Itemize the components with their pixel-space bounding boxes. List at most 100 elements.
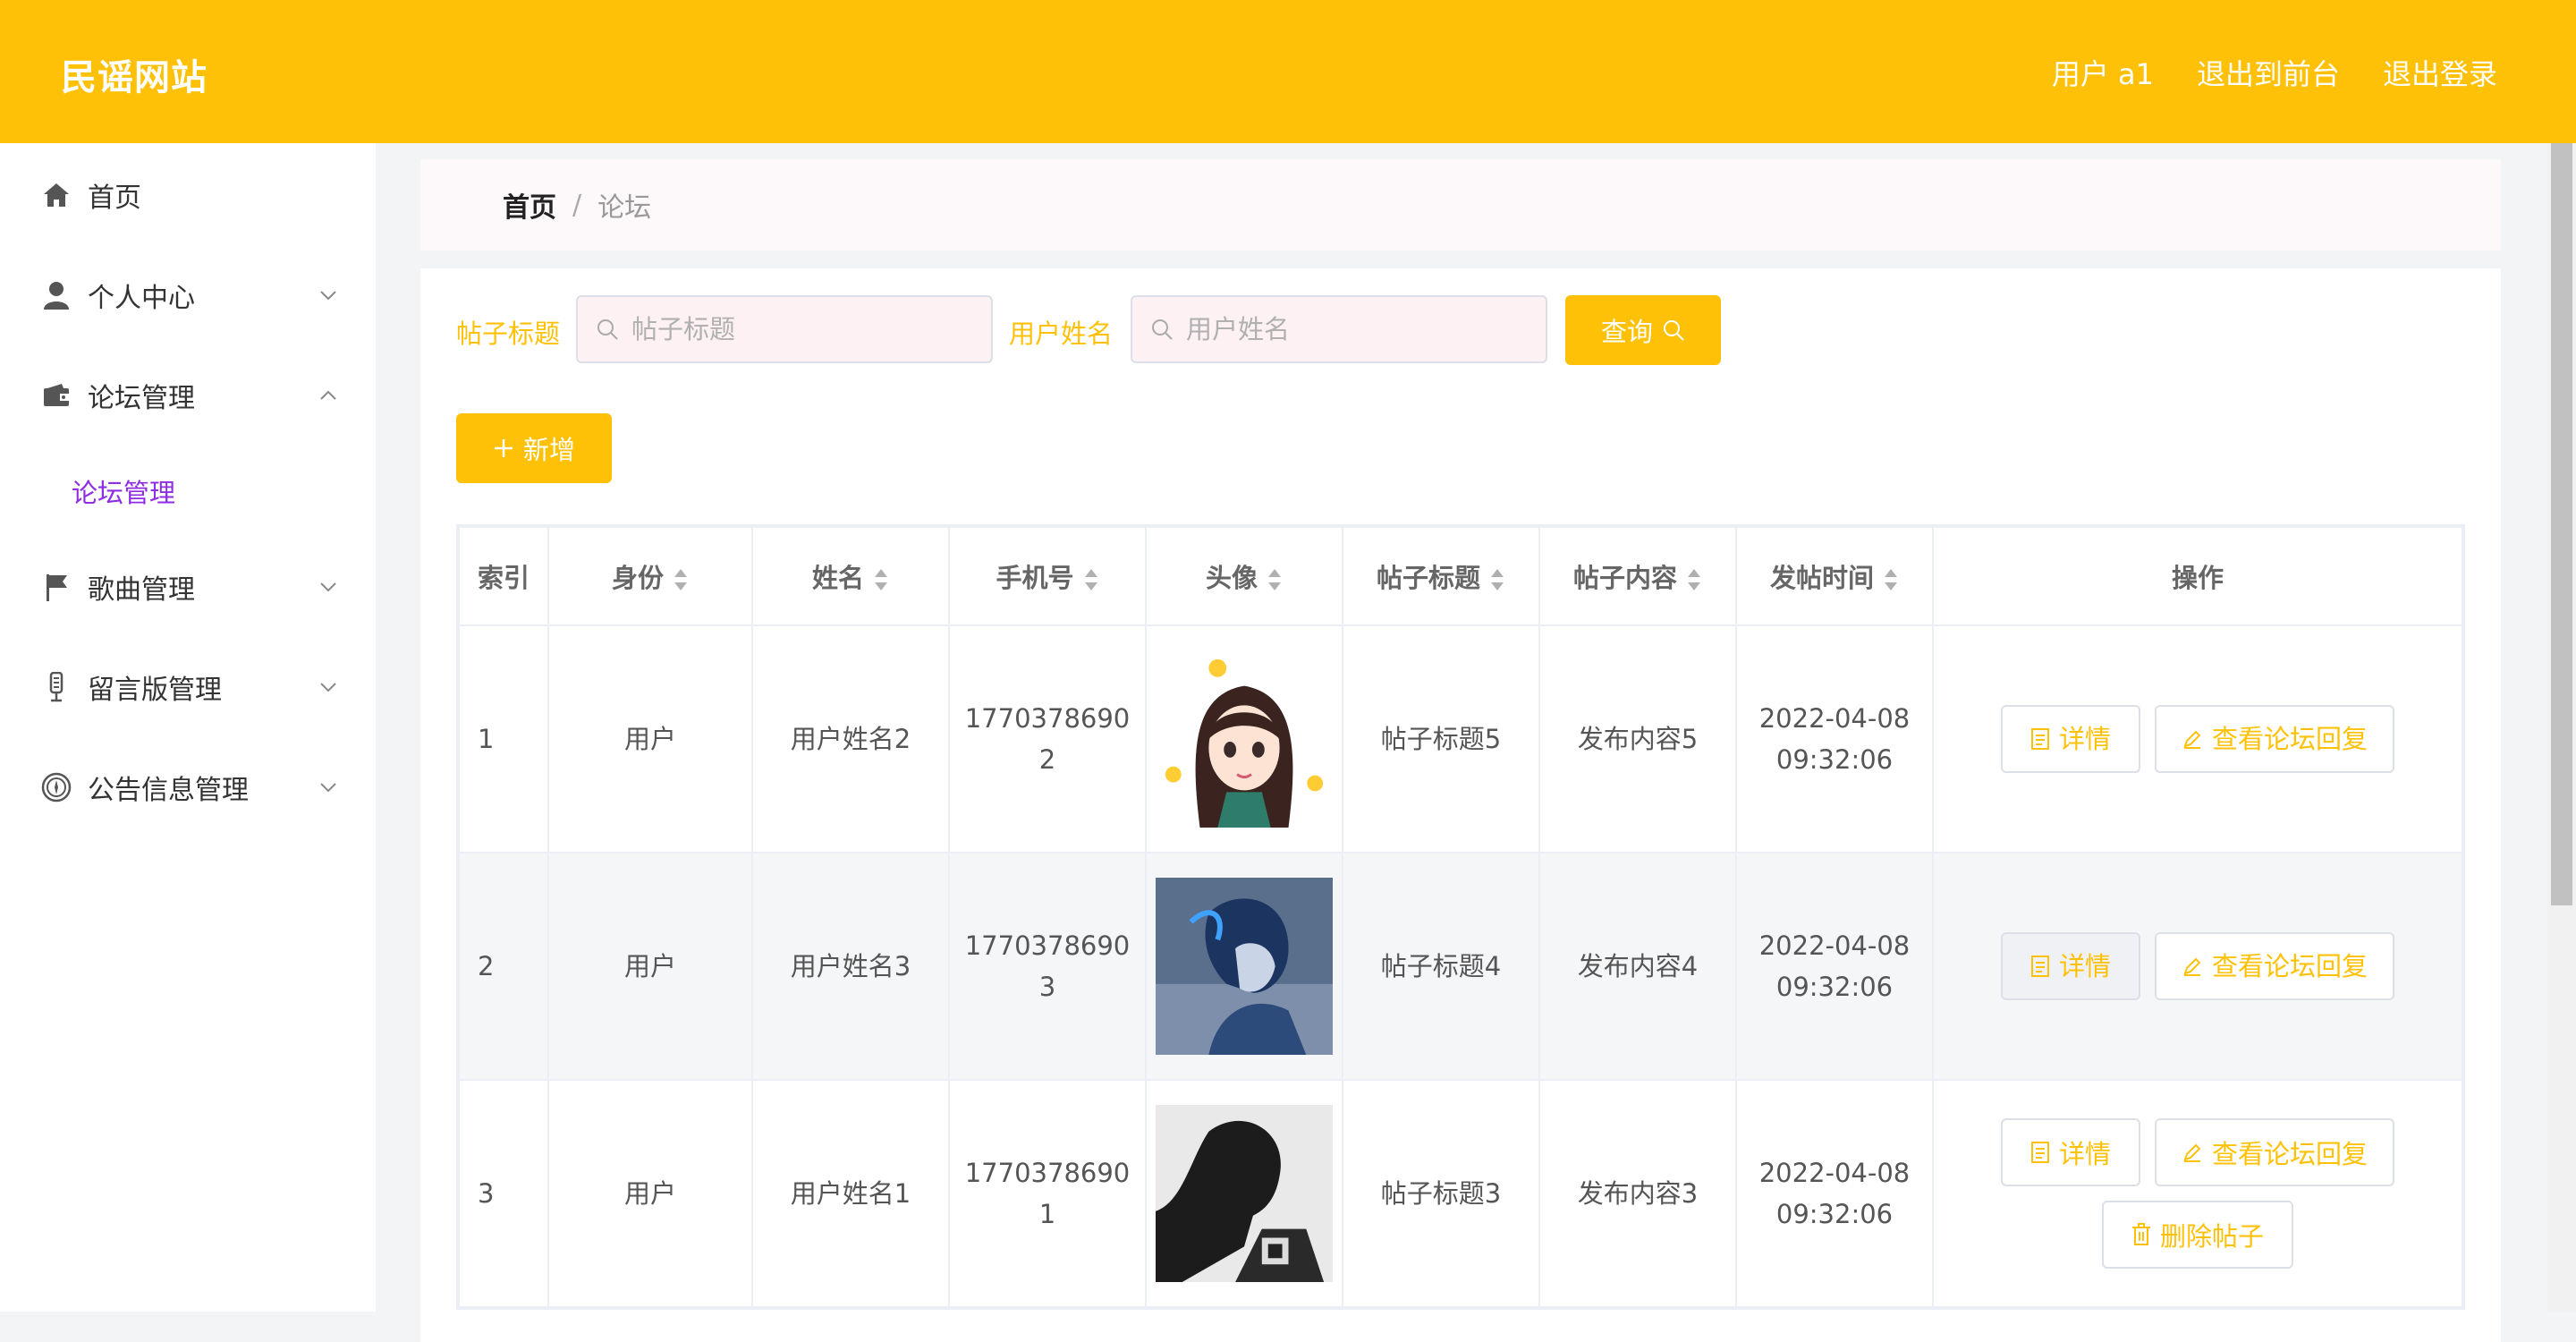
- sidebar-item-label: 留言版管理: [88, 675, 222, 706]
- cell-phone: 1770378690 3: [948, 852, 1147, 1081]
- col-header-post-title[interactable]: 帖子标题: [1342, 526, 1540, 626]
- sidebar-item-label: 个人中心: [88, 283, 195, 314]
- user-icon: [41, 280, 72, 310]
- cell-post-content: 发布内容4: [1538, 852, 1737, 1081]
- sort-icon[interactable]: [673, 567, 689, 592]
- sidebar-item-label: 歌曲管理: [88, 574, 195, 606]
- sort-icon[interactable]: [1083, 567, 1099, 592]
- document-icon: [2030, 728, 2049, 750]
- site-title: 民谣网站: [61, 57, 208, 98]
- table-row: 2 用户 用户姓名3 1770378690 3 帖子标题4 发布内容4 2022…: [458, 852, 2463, 1081]
- sort-icon[interactable]: [873, 567, 889, 592]
- detail-button[interactable]: 详情: [2001, 932, 2140, 1000]
- sort-icon[interactable]: [1489, 567, 1505, 592]
- sidebar-item-song-management[interactable]: 歌曲管理: [0, 551, 376, 623]
- breadcrumb-current: 论坛: [597, 192, 652, 224]
- col-header-identity[interactable]: 身份: [547, 526, 753, 626]
- search-icon: [597, 319, 618, 340]
- cell-post-title: 帖子标题5: [1342, 624, 1540, 854]
- sidebar-item-message-board[interactable]: 留言版管理: [0, 651, 376, 723]
- query-button-label: 查询: [1600, 317, 1653, 347]
- view-replies-button[interactable]: 查看论坛回复: [2155, 1118, 2394, 1186]
- add-button[interactable]: 新增: [456, 413, 612, 483]
- cell-index: 1: [458, 624, 549, 854]
- cell-avatar: [1145, 852, 1343, 1081]
- search-icon: [1664, 320, 1684, 341]
- document-icon: [2030, 956, 2049, 977]
- header-actions: 用户 a1 退出到前台 退出登录: [2052, 52, 2497, 93]
- detail-button[interactable]: 详情: [2001, 705, 2140, 773]
- scrollbar-thumb[interactable]: [2551, 143, 2572, 905]
- detail-button[interactable]: 详情: [2001, 1118, 2140, 1186]
- sidebar-item-label: 论坛管理: [88, 383, 195, 414]
- document-icon: [2030, 1142, 2049, 1163]
- view-replies-button[interactable]: 查看论坛回复: [2155, 932, 2394, 1000]
- logout-link[interactable]: 退出登录: [2383, 52, 2497, 93]
- cell-index: 2: [458, 852, 549, 1081]
- current-user: 用户 a1: [2051, 57, 2154, 91]
- sidebar: 首页 个人中心 论坛管理 论坛管理 歌曲管理 留言版管理 公告信息管理: [0, 143, 376, 1312]
- phone-line: 1770378690: [964, 1158, 1131, 1188]
- post-time: 09:32:06: [1775, 744, 1894, 775]
- edit-icon: [2183, 1143, 2201, 1162]
- cell-avatar: [1145, 1079, 1343, 1308]
- sort-icon[interactable]: [1883, 567, 1899, 592]
- wallet-icon: [41, 380, 72, 411]
- table-row: 3 用户 用户姓名1 1770378690 1 帖子标题3 发布内容3 2022…: [458, 1079, 2463, 1308]
- sort-icon[interactable]: [1267, 567, 1283, 592]
- forum-table: 索引 身份 姓名 手机号 头像 帖子标题 帖子内容 发帖时间 操作 1 用户 用…: [456, 524, 2465, 1310]
- anime-boy-avatar: [1156, 878, 1333, 1055]
- detail-button-label: 详情: [2058, 951, 2111, 981]
- edit-icon: [2183, 730, 2201, 749]
- cell-name: 用户姓名1: [751, 1079, 950, 1308]
- user-name-search[interactable]: [1131, 295, 1547, 363]
- submenu-item-forum-management[interactable]: 论坛管理: [72, 472, 175, 510]
- breadcrumb-home[interactable]: 首页: [503, 185, 556, 225]
- cell-post-time: 2022-04-08 09:32:06: [1735, 1079, 1934, 1308]
- sidebar-item-home[interactable]: 首页: [0, 159, 376, 231]
- detail-button-label: 详情: [2058, 724, 2111, 754]
- sort-icon[interactable]: [1686, 567, 1702, 592]
- forum-list-card: 帖子标题 用户 姓名 查询 新增: [420, 268, 2501, 1342]
- exit-front-link[interactable]: 退出到前台: [2197, 52, 2340, 93]
- chevron-down-icon: [320, 783, 336, 793]
- add-button-label: 新增: [522, 435, 575, 465]
- delete-post-button[interactable]: 删除帖子: [2102, 1201, 2293, 1269]
- cell-post-title: 帖子标题3: [1342, 1079, 1540, 1308]
- col-header-avatar[interactable]: 头像: [1145, 526, 1343, 626]
- sidebar-item-notice-management[interactable]: 公告信息管理: [0, 752, 376, 823]
- cell-identity: 用户: [547, 1079, 753, 1308]
- post-title-search[interactable]: [576, 295, 993, 363]
- cell-actions: 详情 查看论坛回复 删除帖子: [1932, 1079, 2463, 1308]
- phone-line: 1: [1038, 1199, 1056, 1229]
- sidebar-item-label: 公告信息管理: [88, 775, 249, 806]
- col-header-post-content[interactable]: 帖子内容: [1538, 526, 1737, 626]
- top-header: 民谣网站 用户 a1 退出到前台 退出登录: [0, 0, 2576, 143]
- cartoon-girl-avatar: [1156, 650, 1333, 828]
- cell-phone: 1770378690 2: [948, 624, 1147, 854]
- post-title-input[interactable]: [630, 313, 973, 345]
- query-button[interactable]: 查询: [1565, 295, 1721, 365]
- view-replies-button-label: 查看论坛回复: [2211, 951, 2368, 981]
- compass-icon: [41, 772, 72, 803]
- view-replies-button-label: 查看论坛回复: [2211, 1139, 2368, 1169]
- post-time: 09:32:06: [1775, 1199, 1894, 1229]
- col-header-phone[interactable]: 手机号: [948, 526, 1147, 626]
- user-name-input[interactable]: [1184, 313, 1528, 345]
- sidebar-item-forum-management[interactable]: 论坛管理: [0, 360, 376, 431]
- cell-phone: 1770378690 1: [948, 1079, 1147, 1308]
- sidebar-item-personal-center[interactable]: 个人中心: [0, 259, 376, 331]
- cell-index: 3: [458, 1079, 549, 1308]
- view-replies-button[interactable]: 查看论坛回复: [2155, 705, 2394, 773]
- cell-post-content: 发布内容5: [1538, 624, 1737, 854]
- col-header-name[interactable]: 姓名: [751, 526, 950, 626]
- breadcrumb-separator: /: [572, 189, 582, 221]
- edit-icon: [2183, 957, 2201, 976]
- col-header-index: 索引: [458, 526, 549, 626]
- breadcrumb: 首页 / 论坛: [420, 159, 2501, 251]
- chevron-up-icon: [320, 390, 336, 400]
- post-date: 2022-04-08: [1758, 930, 1911, 961]
- col-header-post-time[interactable]: 发帖时间: [1735, 526, 1934, 626]
- cell-name: 用户姓名3: [751, 852, 950, 1081]
- cell-post-time: 2022-04-08 09:32:06: [1735, 852, 1934, 1081]
